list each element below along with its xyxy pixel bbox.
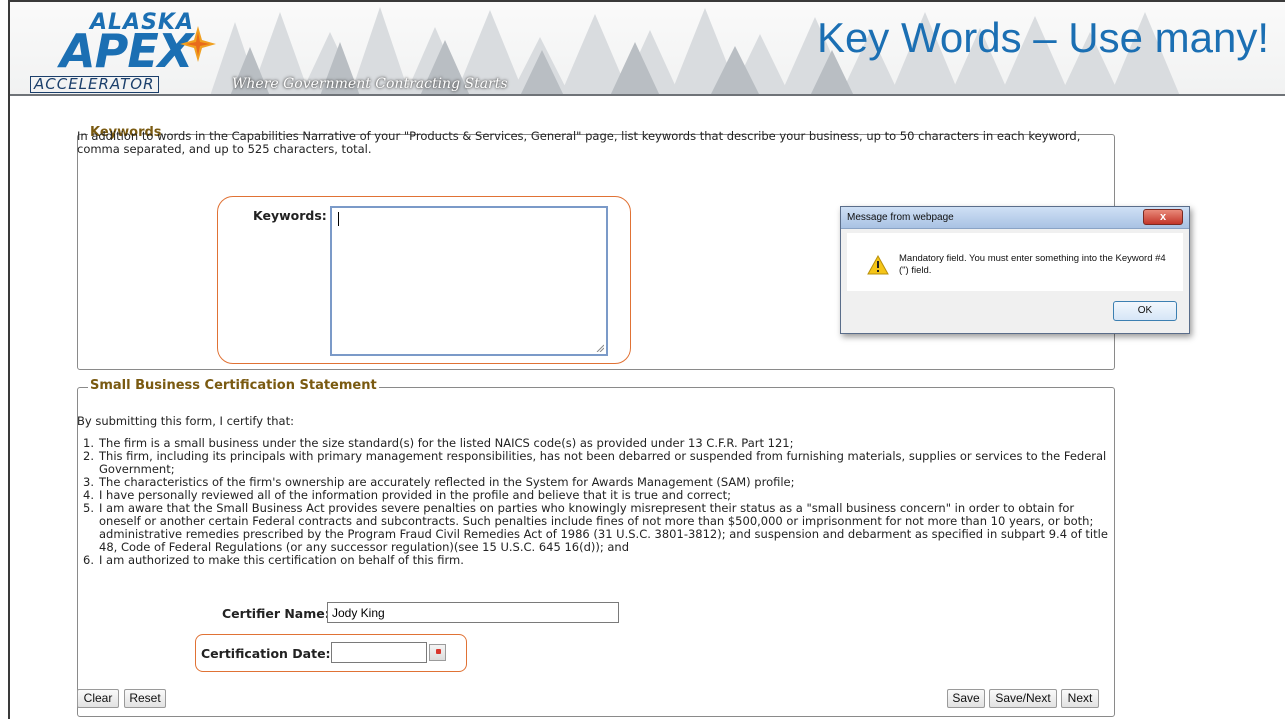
certification-item: 2. This firm, including its principals wi…: [77, 450, 1117, 476]
slide-title: Key Words – Use many!: [816, 14, 1269, 61]
header-banner: ALASKA APEX ACCELERATOR Where Government…: [10, 2, 1285, 96]
certification-item-text: I am authorized to make this certificati…: [99, 553, 464, 567]
keywords-description: In addition to words in the Capabilities…: [77, 129, 1081, 156]
dialog-message: Mandatory field. You must enter somethin…: [899, 253, 1166, 276]
next-button[interactable]: Next: [1061, 689, 1099, 708]
header-divider: [10, 94, 1285, 96]
dialog-titlebar: Message from webpage x: [841, 207, 1189, 229]
certification-item-number: 5.: [83, 501, 94, 515]
tagline: Where Government Contracting Starts: [232, 76, 508, 92]
resize-handle-icon[interactable]: [596, 344, 604, 352]
certification-item-text: This firm, including its principals with…: [99, 449, 1107, 476]
text-cursor: [338, 212, 339, 226]
certification-item: 5. I am aware that the Small Business Act…: [77, 502, 1117, 554]
apex-logo: ALASKA APEX ACCELERATOR: [30, 10, 216, 93]
compass-star-icon: [180, 26, 216, 62]
dialog-body: Mandatory field. You must enter somethin…: [847, 233, 1183, 291]
certifier-name-label: Certifier Name:: [222, 606, 330, 621]
slide: ALASKA APEX ACCELERATOR Where Government…: [8, 0, 1285, 719]
dialog-title: Message from webpage: [847, 212, 954, 223]
certification-date-label: Certification Date:: [201, 646, 331, 661]
certification-legend: Small Business Certification Statement: [88, 378, 379, 393]
certification-item-number: 6.: [83, 553, 94, 567]
certification-date-input[interactable]: [331, 642, 427, 663]
keywords-textarea[interactable]: [330, 206, 608, 356]
logo-bottom-text: ACCELERATOR: [30, 76, 159, 93]
certification-list: 1. The firm is a small business under the…: [77, 437, 1117, 567]
warning-icon: [867, 255, 889, 275]
save-next-button[interactable]: Save/Next: [989, 689, 1057, 708]
profile-form: Keywords In addition to words in the Cap…: [65, 102, 1125, 717]
certification-item-number: 2.: [83, 449, 94, 463]
close-icon[interactable]: x: [1143, 209, 1183, 225]
calendar-icon[interactable]: [429, 644, 446, 661]
dialog-ok-button[interactable]: OK: [1113, 301, 1177, 321]
certification-item: 6. I am authorized to make this certifica…: [77, 554, 1117, 567]
keywords-label: Keywords:: [253, 208, 327, 223]
certification-item-text: I am aware that the Small Business Act p…: [99, 501, 1108, 554]
certification-intro: By submitting this form, I certify that:: [77, 414, 294, 428]
certifier-name-input[interactable]: Jody King: [327, 602, 619, 623]
save-button[interactable]: Save: [947, 689, 985, 708]
clear-button[interactable]: Clear: [77, 689, 119, 708]
alert-dialog: Message from webpage x Mandatory field. …: [840, 206, 1190, 334]
reset-button[interactable]: Reset: [124, 689, 166, 708]
logo-main-text: APEX: [60, 24, 193, 78]
